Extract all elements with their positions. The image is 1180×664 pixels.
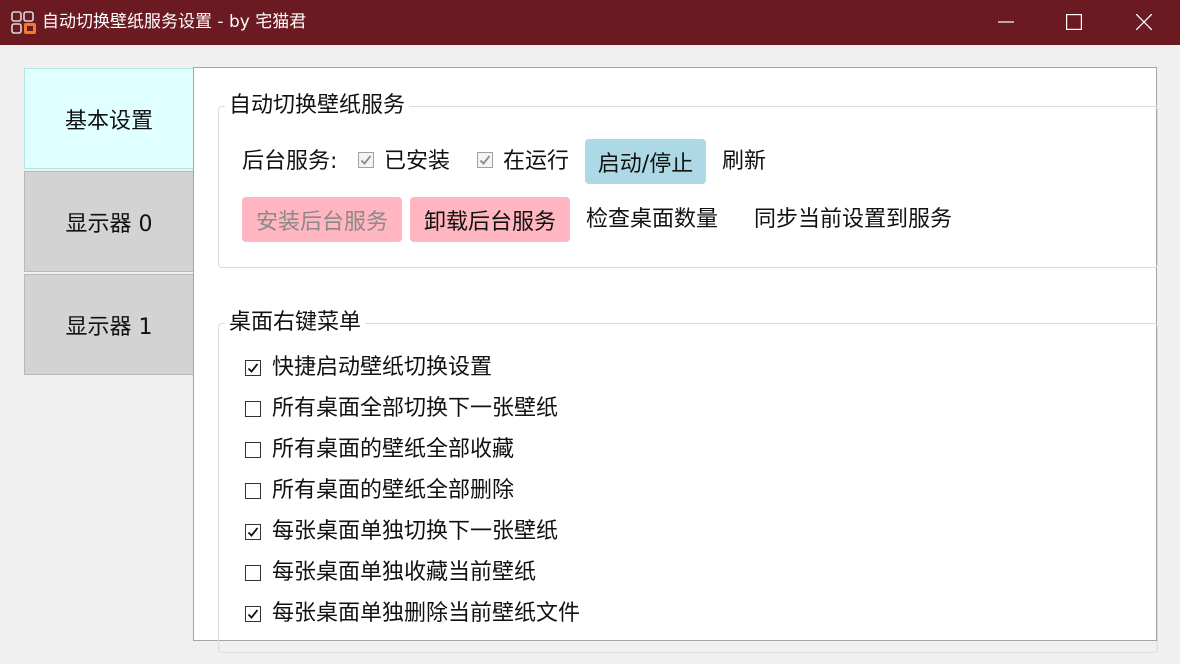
menu-item-checkbox[interactable] xyxy=(245,442,261,458)
check-icon xyxy=(360,155,372,165)
tab-label: 基本设置 xyxy=(64,108,153,134)
menu-item-checkbox[interactable] xyxy=(245,483,261,499)
menu-item-label[interactable]: 所有桌面的壁纸全部删除 xyxy=(272,476,514,506)
menu-item-label[interactable]: 所有桌面全部切换下一张壁纸 xyxy=(272,394,558,424)
minimize-icon xyxy=(998,21,1014,23)
menu-item-label[interactable]: 每张桌面单独删除当前壁纸文件 xyxy=(272,599,580,629)
close-button[interactable] xyxy=(1116,0,1172,45)
client-area: 自动切换壁纸服务 后台服务: 已安装 在运行 启动/停止 刷新 安装后台服务 卸… xyxy=(0,45,1180,664)
refresh-button[interactable]: 刷新 xyxy=(722,147,766,177)
installed-checkbox[interactable] xyxy=(358,152,374,168)
service-group-title: 自动切换壁纸服务 xyxy=(225,92,410,120)
maximize-button[interactable] xyxy=(1046,0,1102,45)
menu-item-checkbox[interactable] xyxy=(245,565,261,581)
tab-monitor-1[interactable]: 显示器 1 xyxy=(24,274,193,375)
title-bar[interactable]: 自动切换壁纸服务设置 - by 宅猫君 xyxy=(0,0,1180,45)
tab-label: 显示器 1 xyxy=(65,314,153,340)
install-service-button[interactable]: 安装后台服务 xyxy=(242,197,402,242)
check-desktops-button[interactable]: 检查桌面数量 xyxy=(586,205,718,235)
service-status-label: 后台服务: xyxy=(242,149,338,174)
menu-item-checkbox[interactable] xyxy=(245,606,261,622)
menu-item-label[interactable]: 每张桌面单独收藏当前壁纸 xyxy=(272,558,536,588)
maximize-icon xyxy=(1066,14,1082,30)
sync-settings-button[interactable]: 同步当前设置到服务 xyxy=(754,205,952,235)
window-title: 自动切换壁纸服务设置 - by 宅猫君 xyxy=(42,12,307,32)
tab-basic-settings[interactable]: 基本设置 xyxy=(24,68,193,169)
check-icon xyxy=(247,609,259,619)
menu-item-checkbox[interactable] xyxy=(245,360,261,376)
installed-label: 已安装 xyxy=(384,149,451,174)
tab-monitor-0[interactable]: 显示器 0 xyxy=(24,171,193,272)
menu-item-label[interactable]: 每张桌面单独切换下一张壁纸 xyxy=(272,517,558,547)
app-grid-icon xyxy=(11,11,36,34)
menu-item-checkbox[interactable] xyxy=(245,524,261,540)
minimize-button[interactable] xyxy=(978,0,1034,45)
menu-item-label[interactable]: 所有桌面的壁纸全部收藏 xyxy=(272,435,514,465)
check-icon xyxy=(247,527,259,537)
start-stop-button[interactable]: 启动/停止 xyxy=(585,139,706,184)
uninstall-service-button[interactable]: 卸载后台服务 xyxy=(410,197,570,242)
service-group xyxy=(218,106,1158,268)
tab-label: 显示器 0 xyxy=(65,211,153,237)
tab-content-panel: 自动切换壁纸服务 后台服务: 已安装 在运行 启动/停止 刷新 安装后台服务 卸… xyxy=(193,67,1158,653)
menu-item-checkbox[interactable] xyxy=(245,401,261,417)
check-icon xyxy=(247,363,259,373)
running-label: 在运行 xyxy=(503,149,570,174)
menu-item-label[interactable]: 快捷启动壁纸切换设置 xyxy=(272,353,492,383)
running-checkbox[interactable] xyxy=(477,152,493,168)
context-menu-group-title: 桌面右键菜单 xyxy=(225,309,366,337)
close-icon xyxy=(1136,14,1152,30)
check-icon xyxy=(479,155,491,165)
